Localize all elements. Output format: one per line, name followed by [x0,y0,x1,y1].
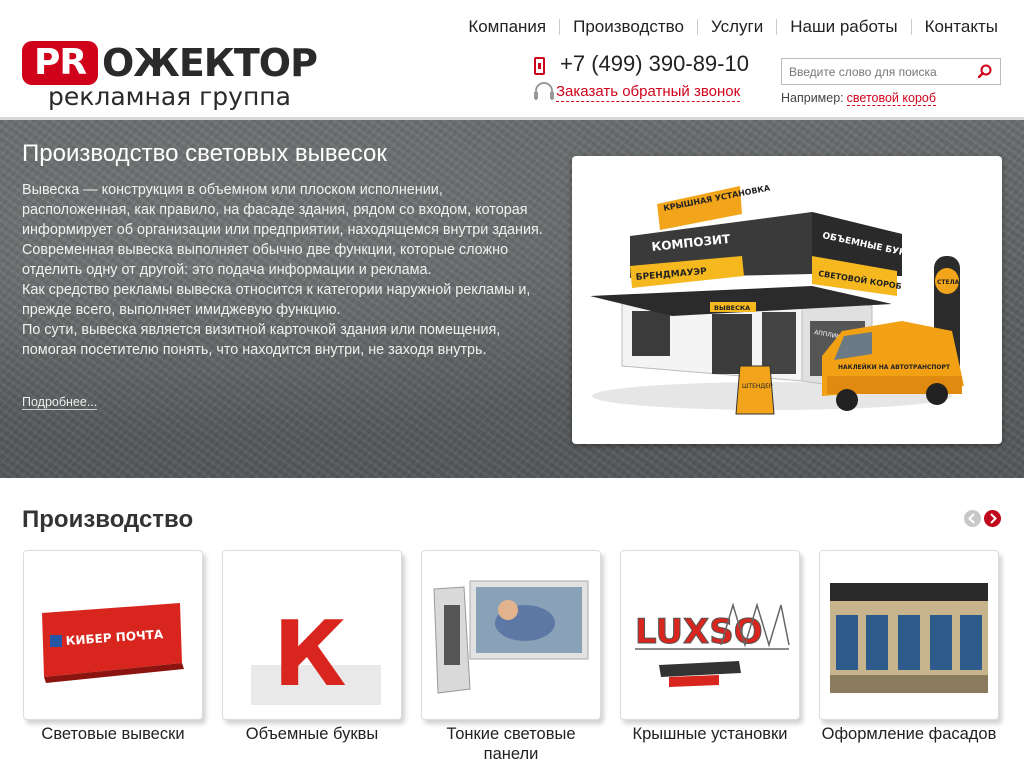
production-title: Производство [22,506,194,533]
sign-text: ВЫВЕСКА [714,304,750,312]
product-card-thin-panels[interactable] [421,550,601,720]
product-card-roof-installations[interactable]: LUXSO [620,550,800,720]
logo[interactable]: PR ОЖЕКТОР рекламная группа [22,40,342,114]
hero-paragraph: По сути, вывеска является визитной карто… [22,322,501,358]
main-nav: Компания Производство Услуги Наши работы… [455,15,998,39]
logo-subtitle: рекламная группа [48,82,291,111]
roof-installation-image: LUXSO [635,602,790,687]
nav-item-services[interactable]: Услуги [698,17,776,37]
roof-installation-image-text: LUXSO [635,612,763,652]
logo-wordmark: ОЖЕКТОР [102,41,318,85]
volume-letter-image-text: К [273,602,347,707]
product-card-volume-letters[interactable]: К [222,550,402,720]
storefront-illustration: КРЫШНАЯ УСТАНОВКА КОМПОЗИТ ОБЪЕМНЫЕ БУКВ… [590,183,964,415]
carousel-next-button[interactable] [984,510,1001,527]
product-label[interactable]: Оформление фасадов [819,724,999,744]
product-label[interactable]: Объемные буквы [222,724,402,744]
hero-section: Производство световых вывесок Вывеска — … [0,120,1024,478]
nav-item-production[interactable]: Производство [560,17,697,37]
shtender-sign-text: ШТЕНДЕР [742,383,773,390]
phone-icon [534,57,545,75]
headset-icon [534,82,554,100]
nav-item-contacts[interactable]: Контакты [912,17,998,37]
carousel-prev-button[interactable] [964,510,981,527]
search-box [781,58,1001,85]
product-label[interactable]: Тонкие световые панели [421,724,601,764]
hero-illustration: КРЫШНАЯ УСТАНОВКА КОМПОЗИТ ОБЪЕМНЫЕ БУКВ… [572,156,1002,444]
product-card-facades[interactable] [819,550,999,720]
search-hint-link[interactable]: световой короб [846,91,937,106]
light-sign-image: КИБЕР ПОЧТА [42,603,184,683]
search-hint-label: Например: [781,91,844,105]
logo-pr-mark: PR [22,41,98,85]
hero-text: Вывеска — конструкция в объемном или пло… [22,180,552,360]
hero-paragraph: Вывеска — конструкция в объемном или пло… [22,182,543,278]
search-input[interactable] [782,59,972,84]
nav-item-works[interactable]: Наши работы [777,17,910,37]
volume-letter-image: К [251,602,381,707]
site-header: PR ОЖЕКТОР рекламная группа Компания Про… [0,0,1024,120]
search-icon[interactable] [978,64,992,78]
nav-item-company[interactable]: Компания [455,17,559,37]
stela-sign-text: СТЕЛА [937,279,960,286]
product-label[interactable]: Световые вывески [23,724,203,744]
phone-number[interactable]: +7 (499) 390-89-10 [560,51,749,77]
hero-paragraph: Как средство рекламы вывеска относится к… [22,282,531,318]
chevron-right-icon [990,513,997,524]
stickers-sign-text: НАКЛЕЙКИ НА АВТОТРАНСПОРТ [838,363,951,371]
chevron-left-icon [968,513,975,524]
hero-title: Производство световых вывесок [22,140,387,167]
read-more-link[interactable]: Подробнее... [22,395,98,410]
product-label[interactable]: Крышные установки [620,724,800,744]
product-card-light-signs[interactable]: КИБЕР ПОЧТА [23,550,203,720]
search-hint: Например: световой короб [781,91,937,106]
callback-link[interactable]: Заказать обратный звонок [556,83,741,102]
facade-image [830,583,988,693]
thin-panel-image [433,580,589,694]
